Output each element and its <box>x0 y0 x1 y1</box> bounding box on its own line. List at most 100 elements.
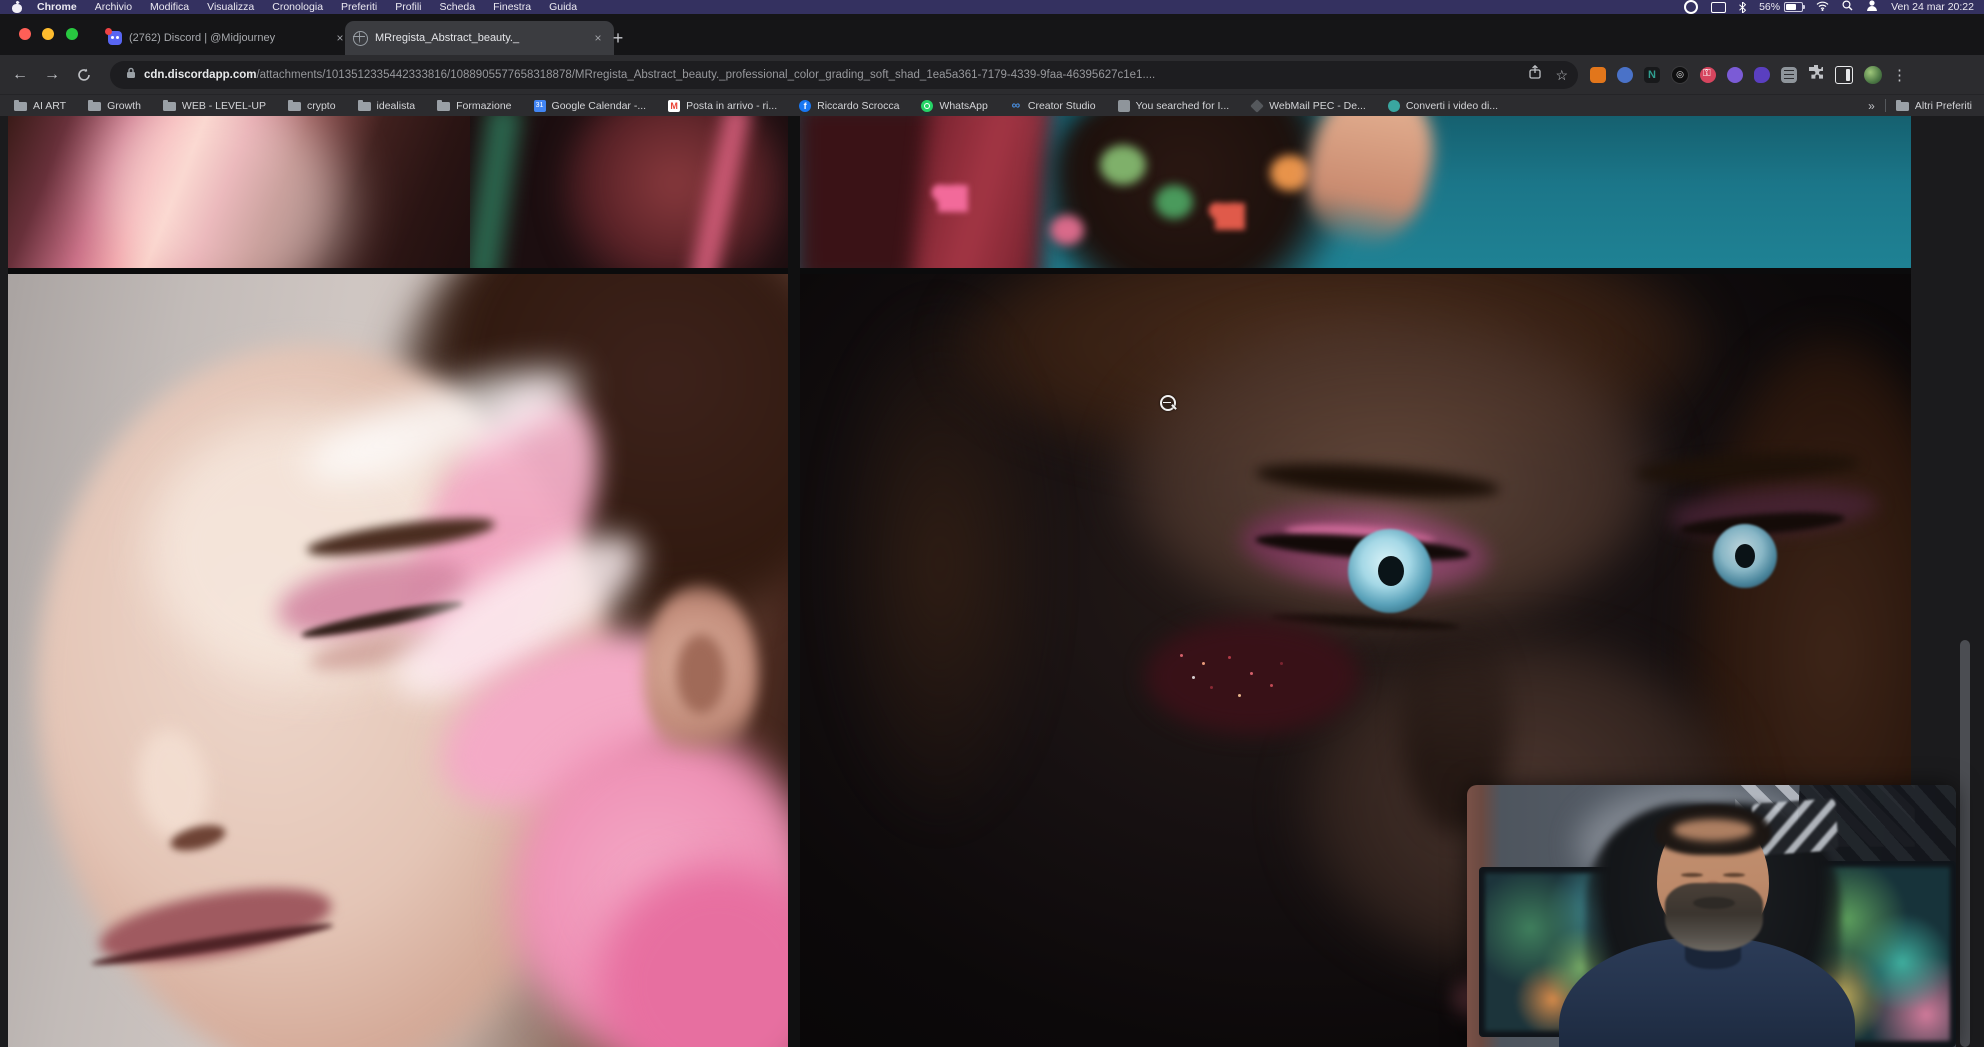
grid-extension-icon[interactable] <box>1781 67 1797 83</box>
bookmark-folder-growth[interactable]: Growth <box>88 100 141 112</box>
reload-button[interactable] <box>72 63 96 87</box>
new-tab-button[interactable]: + <box>606 26 630 50</box>
gmail-icon <box>668 100 680 112</box>
forward-button[interactable]: → <box>40 63 64 87</box>
battery-percent-label: 56% <box>1759 1 1780 13</box>
menubar-item-modifica[interactable]: Modifica <box>141 1 198 13</box>
bookmark-label: You searched for I... <box>1136 100 1230 112</box>
spotlight-search-icon[interactable] <box>1842 0 1853 14</box>
menubar-clock[interactable]: Ven 24 mar 20:22 <box>1891 1 1974 13</box>
window-close-button[interactable] <box>19 28 31 40</box>
menubar-item-profili[interactable]: Profili <box>386 1 430 13</box>
bookmark-you-searched[interactable]: You searched for I... <box>1118 100 1230 112</box>
window-zoom-button[interactable] <box>66 28 78 40</box>
bookmark-folder-ai-art[interactable]: AI ART <box>14 100 66 112</box>
teal-n-extension-icon[interactable]: N <box>1644 67 1660 83</box>
orange-heart-shape <box>1215 203 1245 230</box>
other-bookmarks-folder[interactable]: Altri Preferiti <box>1896 100 1972 112</box>
chrome-tab-strip: (2762) Discord | @Midjourney × MRregista… <box>0 14 1984 55</box>
bookmarks-right-cluster: » Altri Preferiti <box>1868 99 1972 113</box>
presenter-eyes <box>1681 873 1745 877</box>
chrome-toolbar: ← → cdn.discordapp.com /attachments/1013… <box>0 55 1984 94</box>
generated-image-left-portrait[interactable] <box>8 274 788 1047</box>
menubar-item-chrome[interactable]: Chrome <box>28 1 86 13</box>
tab-discord[interactable]: (2762) Discord | @Midjourney × <box>100 21 356 55</box>
bookmarks-separator <box>1885 99 1886 112</box>
bookmark-folder-formazione[interactable]: Formazione <box>437 100 511 112</box>
bookmark-facebook-profile[interactable]: Riccardo Scrocca <box>799 100 899 112</box>
bookmark-label: Google Calendar -... <box>552 100 647 112</box>
record-icon[interactable] <box>1684 0 1698 14</box>
bookmark-folder-web-level-up[interactable]: WEB - LEVEL-UP <box>163 100 266 112</box>
folder-icon <box>88 102 101 111</box>
bookmark-label: WhatsApp <box>939 100 987 112</box>
folder-icon <box>358 102 371 111</box>
screen: Chrome Archivio Modifica Visualizza Cron… <box>0 0 1984 1047</box>
bookmark-label: Growth <box>107 100 141 112</box>
wave-extension-icon[interactable] <box>1617 67 1633 83</box>
metamask-extension-icon[interactable] <box>1590 67 1606 83</box>
bookmark-label: Posta in arrivo - ri... <box>686 100 777 112</box>
pink-heart-shape <box>938 185 968 212</box>
control-center-icon[interactable] <box>1866 0 1878 14</box>
screen-mirroring-icon[interactable] <box>1711 2 1726 13</box>
bookmark-google-calendar[interactable]: Google Calendar -... <box>534 100 647 112</box>
menubar-item-scheda[interactable]: Scheda <box>431 1 485 13</box>
sidebar-panel-icon[interactable] <box>1835 66 1853 84</box>
tab-image-label: MRregista_Abstract_beauty._ <box>375 32 583 44</box>
image-top-strip-middle[interactable] <box>470 115 788 268</box>
wifi-icon[interactable] <box>1816 1 1829 14</box>
bookmark-whatsapp[interactable]: WhatsApp <box>921 100 987 112</box>
menubar-status-cluster: 56% Ven 24 mar 20:22 <box>1684 0 1974 14</box>
battery-indicator[interactable]: 56% <box>1759 1 1803 13</box>
menubar-item-cronologia[interactable]: Cronologia <box>263 1 332 13</box>
dark-hair-mass <box>1050 115 1350 268</box>
menubar-item-visualizza[interactable]: Visualizza <box>198 1 263 13</box>
share-icon[interactable] <box>1529 65 1541 84</box>
vertical-scrollbar-thumb[interactable] <box>1960 640 1970 1047</box>
extensions-row: N ◎ <box>1590 64 1882 85</box>
whatsapp-icon <box>921 100 933 112</box>
lock-icon[interactable] <box>126 66 136 84</box>
purple-blob-extension-icon[interactable] <box>1754 67 1770 83</box>
bookmarks-bar: AI ART Growth WEB - LEVEL-UP crypto idea… <box>0 94 1984 116</box>
menubar-item-archivio[interactable]: Archivio <box>86 1 141 13</box>
purple-circle-extension-icon[interactable] <box>1727 67 1743 83</box>
bookmark-converti-video[interactable]: Converti i video di... <box>1388 100 1498 112</box>
bookmark-folder-crypto[interactable]: crypto <box>288 100 336 112</box>
menubar-item-preferiti[interactable]: Preferiti <box>332 1 386 13</box>
menubar-item-guida[interactable]: Guida <box>540 1 586 13</box>
dark-circle-extension-icon[interactable]: ◎ <box>1671 66 1689 84</box>
bookmark-creator-studio[interactable]: Creator Studio <box>1010 100 1096 112</box>
bluetooth-icon[interactable] <box>1739 2 1746 13</box>
window-minimize-button[interactable] <box>42 28 54 40</box>
folder-icon <box>1896 102 1909 111</box>
bookmark-star-icon[interactable]: ☆ <box>1555 68 1568 82</box>
meta-infinity-icon <box>1010 100 1022 112</box>
url-host: cdn.discordapp.com <box>144 69 256 81</box>
image-top-strip-right-teal[interactable] <box>800 115 1911 268</box>
discord-favicon <box>108 31 122 45</box>
extensions-puzzle-icon[interactable] <box>1808 64 1824 85</box>
webmail-icon <box>1250 99 1264 113</box>
bookmark-gmail-inbox[interactable]: Posta in arrivo - ri... <box>668 100 777 112</box>
folder-icon <box>288 102 301 111</box>
webcam-overlay <box>1467 785 1956 1047</box>
password-key-extension-icon[interactable] <box>1700 67 1716 83</box>
bookmark-label: Altri Preferiti <box>1915 100 1972 112</box>
page-content <box>0 115 1984 1047</box>
tab-image-active[interactable]: MRregista_Abstract_beauty._ × <box>345 21 614 55</box>
menubar-item-finestra[interactable]: Finestra <box>484 1 540 13</box>
bookmark-folder-idealista[interactable]: idealista <box>358 100 416 112</box>
bookmarks-overflow-button[interactable]: » <box>1868 99 1875 113</box>
chrome-menu-button[interactable]: ⋮ <box>1892 66 1907 84</box>
bookmark-webmail-pec[interactable]: WebMail PEC - De... <box>1251 100 1366 112</box>
tab-close-icon[interactable]: × <box>590 30 606 46</box>
bookmark-label: WebMail PEC - De... <box>1269 100 1366 112</box>
address-bar[interactable]: cdn.discordapp.com /attachments/10135123… <box>110 61 1578 89</box>
url-path: /attachments/1013512335442333816/1088905… <box>256 69 1155 81</box>
profile-avatar[interactable] <box>1864 66 1882 84</box>
back-button[interactable]: ← <box>8 63 32 87</box>
apple-menu-icon[interactable] <box>12 2 22 13</box>
image-top-strip-left[interactable] <box>8 115 470 268</box>
